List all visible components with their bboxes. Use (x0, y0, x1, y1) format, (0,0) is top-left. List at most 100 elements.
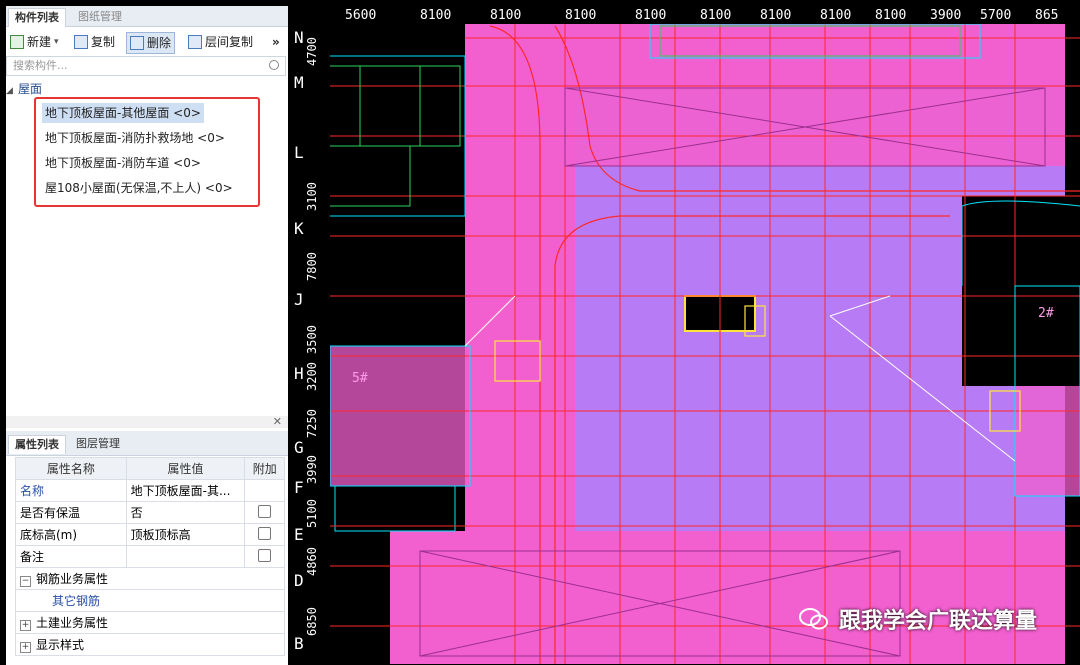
dimension-label: 4700 (305, 37, 319, 66)
search-icon[interactable] (269, 60, 279, 70)
dimension-label: 5700 (980, 8, 1012, 23)
column-header: 属性名称 (15, 457, 127, 480)
group-child-row[interactable]: 其它钢筋 (15, 589, 285, 612)
list-item[interactable]: 地下顶板屋面-其他屋面 <0> (42, 103, 204, 123)
panel-splitter[interactable]: ✕ (6, 415, 288, 428)
axis-label: H (294, 364, 304, 383)
dimension-label: 8100 (820, 8, 852, 23)
prop-name: 是否有保温 (15, 501, 127, 524)
axis-label: J (294, 290, 304, 309)
attach-checkbox[interactable] (258, 548, 272, 562)
prop-value[interactable]: 地下顶板屋面-其... (125, 479, 246, 502)
dimension-label: 4860 (305, 547, 319, 576)
floor-copy-icon (188, 35, 202, 49)
table-row[interactable]: 备注 (15, 545, 285, 568)
copy-button[interactable]: 复制 (74, 32, 115, 52)
ramp-area (962, 196, 1080, 386)
table-row[interactable]: 是否有保温 否 (15, 501, 285, 524)
tree-root-label: 屋面 (18, 82, 43, 96)
pink-road-curve (560, 84, 1065, 166)
dimension-label: 3900 (930, 8, 962, 23)
dimension-label: 8100 (635, 8, 667, 23)
group-child-label: 其它钢筋 (15, 589, 285, 612)
dimension-label: 8100 (700, 8, 732, 23)
property-tabs: 属性列表 图层管理 (6, 431, 288, 456)
prop-value[interactable] (125, 545, 246, 568)
axis-label: L (294, 143, 304, 162)
dimension-label: 3100 (305, 182, 319, 211)
prop-value[interactable]: 顶板顶标高 (125, 523, 246, 546)
dimension-label: 3500 (305, 325, 319, 354)
dimension-label: 865 (1035, 8, 1059, 23)
watermark: 跟我学会广联达算量 (798, 603, 1037, 635)
watermark-text: 跟我学会广联达算量 (838, 609, 1037, 634)
floor-copy-label: 层间复制 (205, 35, 254, 49)
drawing-svg[interactable] (290, 6, 1080, 665)
expand-icon[interactable]: + (20, 620, 31, 631)
dimension-label: 7800 (305, 252, 319, 281)
list-item[interactable]: 屋108小屋面(无保温,不上人) <0> (42, 178, 236, 198)
wechat-icon (798, 608, 828, 630)
group-label: 土建业务属性 (36, 616, 109, 630)
search-placeholder: 搜索构件... (13, 59, 68, 72)
dropdown-arrow-icon[interactable]: ▾ (54, 32, 59, 52)
tab-layer-manage[interactable]: 图层管理 (70, 435, 126, 453)
attach-checkbox[interactable] (258, 504, 272, 518)
prop-name: 底标高(m) (15, 523, 127, 546)
table-header-row: 属性名称 属性值 附加 (15, 457, 285, 480)
close-icon[interactable]: ✕ (273, 415, 282, 428)
dimension-label: 8100 (490, 8, 522, 23)
list-item[interactable]: 地下顶板屋面-消防扑救场地 <0> (42, 128, 228, 148)
component-panel: 构件列表 图纸管理 新建 ▾ 复制 删除 层间复制 » 搜索构件... ◢ 屋面… (6, 6, 288, 665)
list-item[interactable]: 地下顶板屋面-消防车道 <0> (42, 153, 204, 173)
delete-label: 删除 (147, 36, 172, 50)
expand-icon[interactable]: + (20, 642, 31, 653)
prop-name: 名称 (15, 479, 127, 502)
prop-name: 备注 (15, 545, 127, 568)
floor-copy-button[interactable]: 层间复制 (188, 32, 253, 52)
more-button[interactable]: » (272, 32, 280, 52)
tab-component-list[interactable]: 构件列表 (8, 8, 66, 27)
search-input[interactable]: 搜索构件... (6, 56, 286, 76)
dimension-label: 6850 (305, 607, 319, 636)
collapse-arrow-icon[interactable]: ◢ (6, 86, 18, 96)
pink-block-5 (330, 346, 465, 486)
component-tabs: 构件列表 图纸管理 (6, 6, 288, 27)
group-row[interactable]: + 显示样式 (15, 633, 285, 656)
tab-property-list[interactable]: 属性列表 (8, 435, 66, 454)
group-label: 钢筋业务属性 (36, 572, 109, 586)
axis-label: E (294, 525, 304, 544)
tree-root-roof[interactable]: ◢ 屋面 (6, 80, 42, 97)
axis-label: B (294, 634, 304, 653)
cad-canvas[interactable]: 5600 8100 8100 8100 8100 8100 8100 8100 … (290, 6, 1080, 665)
dimension-label: 8100 (420, 8, 452, 23)
attach-checkbox[interactable] (258, 526, 272, 540)
dimension-label: 3200 (305, 362, 319, 391)
dimension-label: 7250 (305, 409, 319, 438)
table-row[interactable]: 名称 地下顶板屋面-其... (15, 479, 285, 502)
copy-label: 复制 (91, 35, 116, 49)
axis-label: D (294, 571, 304, 590)
new-button[interactable]: 新建 ▾ (10, 32, 59, 52)
window-frame: 构件列表 图纸管理 新建 ▾ 复制 删除 层间复制 » 搜索构件... ◢ 屋面… (0, 0, 1080, 665)
axis-label: M (294, 73, 304, 92)
table-row[interactable]: 底标高(m) 顶板顶标高 (15, 523, 285, 546)
collapse-icon[interactable]: − (20, 576, 31, 587)
delete-button[interactable]: 删除 (126, 32, 176, 54)
dimension-label: 8100 (875, 8, 907, 23)
prop-extra-cell (244, 545, 285, 568)
pink-road-top (560, 24, 1065, 84)
prop-extra-cell (244, 501, 285, 524)
group-row[interactable]: − 钢筋业务属性 (15, 567, 285, 590)
prop-value[interactable]: 否 (125, 501, 246, 524)
building-area-bottom (334, 485, 456, 532)
component-toolbar: 新建 ▾ 复制 删除 层间复制 » (6, 28, 288, 54)
axis-label: K (294, 219, 304, 238)
group-label: 显示样式 (36, 638, 85, 652)
block-label: 5# (352, 371, 368, 386)
axis-label: N (294, 28, 304, 47)
group-row[interactable]: + 土建业务属性 (15, 611, 285, 634)
tab-drawing-manage[interactable]: 图纸管理 (72, 8, 128, 26)
new-label: 新建 (27, 35, 52, 49)
dimension-label: 8100 (565, 8, 597, 23)
